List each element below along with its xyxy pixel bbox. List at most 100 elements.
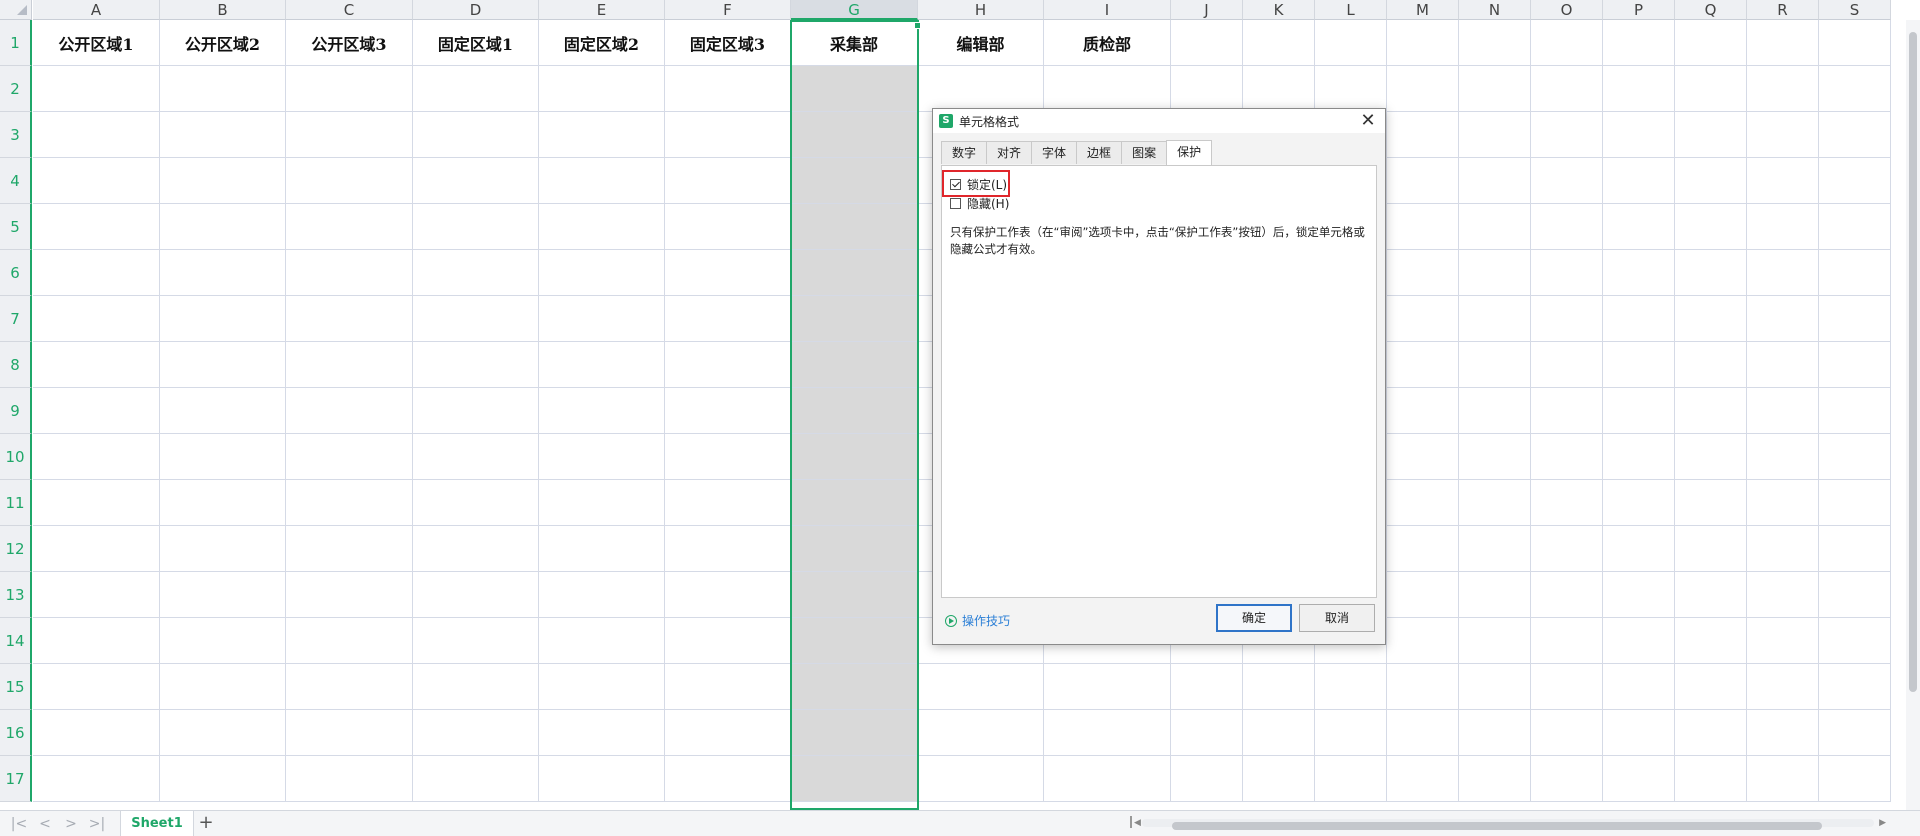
cell-o15[interactable]	[1531, 664, 1603, 710]
column-header-b[interactable]: B	[160, 0, 286, 20]
cell-e15[interactable]	[539, 664, 665, 710]
cell-g10[interactable]	[791, 434, 918, 480]
vertical-scrollbar[interactable]	[1906, 20, 1920, 810]
cell-d13[interactable]	[413, 572, 539, 618]
row-header-7[interactable]: 7	[0, 296, 32, 342]
cell-c16[interactable]	[286, 710, 413, 756]
cell-d8[interactable]	[413, 342, 539, 388]
cell-h1[interactable]: 编辑部	[918, 20, 1044, 66]
cell-r14[interactable]	[1747, 618, 1819, 664]
cell-e12[interactable]	[539, 526, 665, 572]
row-header-14[interactable]: 14	[0, 618, 32, 664]
tab-4[interactable]: 图案	[1121, 141, 1168, 164]
cell-e11[interactable]	[539, 480, 665, 526]
sheet-tab-sheet1[interactable]: Sheet1	[120, 811, 194, 836]
cell-e10[interactable]	[539, 434, 665, 480]
cell-g14[interactable]	[791, 618, 918, 664]
cell-g13[interactable]	[791, 572, 918, 618]
cell-q3[interactable]	[1675, 112, 1747, 158]
scroll-right-icon[interactable]: ▶	[1879, 816, 1886, 830]
column-header-i[interactable]: I	[1044, 0, 1171, 20]
cell-n1[interactable]	[1459, 20, 1531, 66]
cell-f4[interactable]	[665, 158, 791, 204]
row-header-17[interactable]: 17	[0, 756, 32, 802]
cell-c7[interactable]	[286, 296, 413, 342]
cell-q17[interactable]	[1675, 756, 1747, 802]
cell-p1[interactable]	[1603, 20, 1675, 66]
cell-g17[interactable]	[791, 756, 918, 802]
cell-m11[interactable]	[1387, 480, 1459, 526]
cell-m10[interactable]	[1387, 434, 1459, 480]
cell-l15[interactable]	[1315, 664, 1387, 710]
cell-i16[interactable]	[1044, 710, 1171, 756]
cell-s15[interactable]	[1819, 664, 1891, 710]
cell-a12[interactable]	[33, 526, 160, 572]
horizontal-scrollbar[interactable]: ◀ ▶	[1128, 816, 1888, 830]
cell-f6[interactable]	[665, 250, 791, 296]
cell-b5[interactable]	[160, 204, 286, 250]
cell-p13[interactable]	[1603, 572, 1675, 618]
cell-m14[interactable]	[1387, 618, 1459, 664]
cell-e8[interactable]	[539, 342, 665, 388]
cell-o13[interactable]	[1531, 572, 1603, 618]
cell-r4[interactable]	[1747, 158, 1819, 204]
cell-e16[interactable]	[539, 710, 665, 756]
cell-c9[interactable]	[286, 388, 413, 434]
row-header-12[interactable]: 12	[0, 526, 32, 572]
cell-n2[interactable]	[1459, 66, 1531, 112]
cell-s16[interactable]	[1819, 710, 1891, 756]
cell-d9[interactable]	[413, 388, 539, 434]
cell-n16[interactable]	[1459, 710, 1531, 756]
cell-p6[interactable]	[1603, 250, 1675, 296]
cell-m2[interactable]	[1387, 66, 1459, 112]
vertical-scroll-thumb[interactable]	[1909, 32, 1917, 692]
tab-2[interactable]: 字体	[1031, 141, 1078, 164]
cell-q16[interactable]	[1675, 710, 1747, 756]
cell-a15[interactable]	[33, 664, 160, 710]
cell-p14[interactable]	[1603, 618, 1675, 664]
cell-b11[interactable]	[160, 480, 286, 526]
row-header-1[interactable]: 1	[0, 20, 32, 66]
row-header-3[interactable]: 3	[0, 112, 32, 158]
cell-f10[interactable]	[665, 434, 791, 480]
cell-h17[interactable]	[918, 756, 1044, 802]
cell-p15[interactable]	[1603, 664, 1675, 710]
cell-n9[interactable]	[1459, 388, 1531, 434]
cell-q9[interactable]	[1675, 388, 1747, 434]
cell-n4[interactable]	[1459, 158, 1531, 204]
cell-d5[interactable]	[413, 204, 539, 250]
cell-q15[interactable]	[1675, 664, 1747, 710]
cell-m7[interactable]	[1387, 296, 1459, 342]
cell-a14[interactable]	[33, 618, 160, 664]
cell-l17[interactable]	[1315, 756, 1387, 802]
row-header-4[interactable]: 4	[0, 158, 32, 204]
cell-d3[interactable]	[413, 112, 539, 158]
prev-sheet-icon[interactable]: <	[34, 814, 56, 834]
cell-s8[interactable]	[1819, 342, 1891, 388]
cell-b1[interactable]: 公开区域2	[160, 20, 286, 66]
cell-e1[interactable]: 固定区域2	[539, 20, 665, 66]
cell-p9[interactable]	[1603, 388, 1675, 434]
cell-j1[interactable]	[1171, 20, 1243, 66]
cell-h2[interactable]	[918, 66, 1044, 112]
cell-d10[interactable]	[413, 434, 539, 480]
cell-o12[interactable]	[1531, 526, 1603, 572]
cell-f13[interactable]	[665, 572, 791, 618]
cell-n8[interactable]	[1459, 342, 1531, 388]
column-header-a[interactable]: A	[33, 0, 160, 20]
cell-c10[interactable]	[286, 434, 413, 480]
column-header-d[interactable]: D	[413, 0, 539, 20]
cell-r17[interactable]	[1747, 756, 1819, 802]
cell-f1[interactable]: 固定区域3	[665, 20, 791, 66]
column-header-s[interactable]: S	[1819, 0, 1891, 20]
cell-n11[interactable]	[1459, 480, 1531, 526]
cell-q4[interactable]	[1675, 158, 1747, 204]
cell-j16[interactable]	[1171, 710, 1243, 756]
cell-a1[interactable]: 公开区域1	[33, 20, 160, 66]
cell-k15[interactable]	[1243, 664, 1315, 710]
cell-b4[interactable]	[160, 158, 286, 204]
cell-g3[interactable]	[791, 112, 918, 158]
cell-d2[interactable]	[413, 66, 539, 112]
cell-a6[interactable]	[33, 250, 160, 296]
cell-q10[interactable]	[1675, 434, 1747, 480]
